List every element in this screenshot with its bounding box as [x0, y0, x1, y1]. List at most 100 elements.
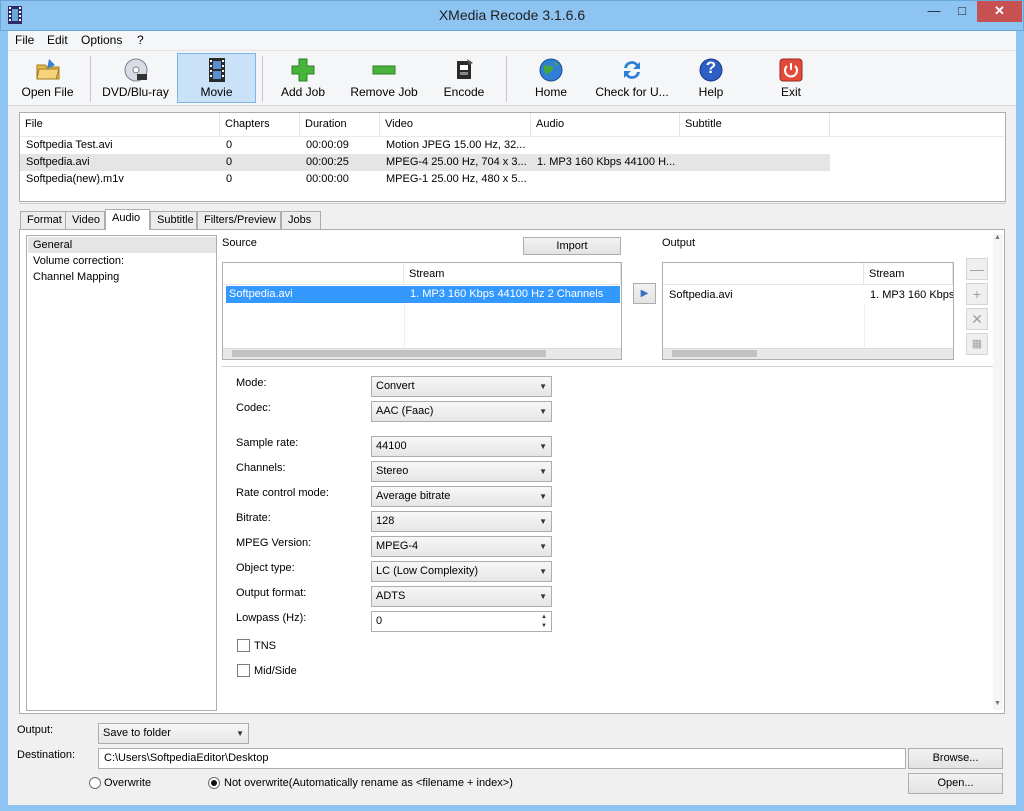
open-button[interactable]: Open...	[908, 773, 1003, 794]
toolbar-separator	[506, 56, 507, 102]
mode-select[interactable]: Convert ▼	[371, 376, 552, 397]
remove-job-label: Remove Job	[350, 85, 418, 99]
stream-grid-button[interactable]: ▦	[966, 333, 988, 355]
output-cell-file: Softpedia.avi	[669, 289, 733, 301]
minimize-button[interactable]: —	[920, 1, 948, 22]
encode-button[interactable]: Encode	[436, 54, 492, 102]
codec-select[interactable]: AAC (Faac) ▼	[371, 401, 552, 422]
output-column-stream[interactable]: Stream	[864, 263, 953, 285]
tab-jobs[interactable]: Jobs	[281, 211, 321, 229]
spin-arrows-icon[interactable]: ▲ ▼	[541, 613, 547, 631]
chevron-down-icon: ▼	[539, 542, 547, 551]
output-mode-select[interactable]: Save to folder ▼	[98, 723, 249, 744]
sample-rate-value: 44100	[376, 440, 407, 452]
column-header-duration[interactable]: Duration	[300, 113, 380, 136]
movie-label: Movie	[200, 85, 233, 99]
rate-control-select[interactable]: Average bitrate ▼	[371, 486, 552, 507]
object-type-select[interactable]: LC (Low Complexity) ▼	[371, 561, 552, 582]
nav-item-channel-mapping[interactable]: Channel Mapping	[28, 269, 216, 285]
output-mode-label: Output:	[17, 724, 54, 736]
mid-side-checkbox[interactable]	[237, 664, 250, 677]
column-header-audio[interactable]: Audio	[531, 113, 680, 136]
menu-edit[interactable]: Edit	[47, 33, 68, 47]
overwrite-radio[interactable]	[89, 777, 101, 789]
mpeg-version-value: MPEG-4	[376, 540, 419, 552]
cell-duration: 00:00:00	[306, 173, 349, 185]
open-file-button[interactable]: Open File	[15, 54, 80, 102]
disc-icon	[123, 57, 149, 83]
column-header-video[interactable]: Video	[380, 113, 531, 136]
globe-icon	[538, 57, 564, 83]
maximize-button[interactable]: □	[948, 1, 976, 22]
check-updates-button[interactable]: Check for U...	[592, 54, 672, 102]
clear-streams-button[interactable]: ✕	[966, 308, 988, 330]
browse-button[interactable]: Browse...	[908, 748, 1003, 769]
column-header-subtitle[interactable]: Subtitle	[680, 113, 830, 136]
check-updates-label: Check for U...	[595, 85, 669, 99]
exit-button[interactable]: Exit	[765, 54, 817, 102]
open-file-label: Open File	[21, 85, 74, 99]
mpeg-version-label: MPEG Version:	[236, 537, 312, 549]
menu-file[interactable]: File	[15, 33, 34, 47]
import-button[interactable]: Import	[523, 237, 621, 255]
sample-rate-select[interactable]: 44100 ▼	[371, 436, 552, 457]
plus-icon	[290, 57, 316, 83]
bitrate-select[interactable]: 128 ▼	[371, 511, 552, 532]
destination-label: Destination:	[17, 749, 76, 761]
source-column-file[interactable]	[223, 263, 404, 285]
help-icon-glyph: ?	[705, 58, 717, 77]
cell-video: Motion JPEG 15.00 Hz, 32...	[386, 139, 526, 151]
nav-item-general[interactable]: General	[28, 237, 216, 253]
help-label: Help	[698, 85, 724, 99]
output-format-select[interactable]: ADTS ▼	[371, 586, 552, 607]
movie-button[interactable]: Movie	[177, 53, 256, 103]
close-button[interactable]: ✕	[977, 1, 1022, 22]
cell-duration: 00:00:09	[306, 139, 349, 151]
home-button[interactable]: Home	[521, 54, 581, 102]
tns-checkbox[interactable]	[237, 639, 250, 652]
minus-icon: —	[970, 261, 984, 277]
scroll-up-icon[interactable]: ▲	[994, 234, 1001, 241]
channels-select[interactable]: Stereo ▼	[371, 461, 552, 482]
bitrate-label: Bitrate:	[236, 512, 271, 524]
output-column-file[interactable]	[663, 263, 864, 285]
cell-file: Softpedia Test.avi	[26, 139, 113, 151]
help-button[interactable]: ? Help	[685, 54, 737, 102]
not-overwrite-radio[interactable]	[208, 777, 220, 789]
splitter[interactable]	[19, 203, 1006, 205]
add-stream-button[interactable]: ▶	[633, 283, 656, 304]
lowpass-stepper[interactable]: 0 ▲ ▼	[371, 611, 552, 632]
menu-options[interactable]: Options	[81, 33, 122, 47]
source-cell-stream: 1. MP3 160 Kbps 44100 Hz 2 Channels	[410, 288, 604, 300]
tab-filters-preview[interactable]: Filters/Preview	[197, 211, 281, 229]
menu-help[interactable]: ?	[137, 33, 144, 47]
output-label: Output	[662, 237, 696, 249]
tab-audio[interactable]: Audio	[105, 209, 150, 230]
scroll-down-icon[interactable]: ▼	[994, 700, 1001, 707]
source-column-stream[interactable]: Stream	[404, 263, 621, 285]
mode-value: Convert	[376, 380, 415, 392]
output-hscroll-thumb[interactable]	[672, 350, 757, 357]
tab-format[interactable]: Format	[20, 211, 66, 229]
chevron-down-icon: ▼	[539, 442, 547, 451]
power-icon	[778, 57, 804, 83]
tab-subtitle[interactable]: Subtitle	[150, 211, 197, 229]
add-job-button[interactable]: Add Job	[272, 54, 334, 102]
destination-input[interactable]: C:\Users\SoftpediaEditor\Desktop	[98, 748, 906, 769]
remove-job-button[interactable]: Remove Job	[346, 54, 422, 102]
add-stream-side-button[interactable]: +	[966, 283, 988, 305]
remove-stream-button[interactable]: —	[966, 258, 988, 280]
mpeg-version-select[interactable]: MPEG-4 ▼	[371, 536, 552, 557]
channels-value: Stereo	[376, 465, 409, 477]
nav-item-volume-correction[interactable]: Volume correction:	[28, 253, 216, 269]
column-header-chapters[interactable]: Chapters	[220, 113, 300, 136]
tab-video[interactable]: Video	[65, 211, 105, 229]
dvd-bluray-label: DVD/Blu-ray	[102, 85, 169, 99]
column-header-file[interactable]: File	[20, 113, 220, 136]
refresh-icon	[619, 57, 645, 83]
dvd-bluray-button[interactable]: DVD/Blu-ray	[98, 54, 173, 102]
chevron-down-icon: ▼	[539, 467, 547, 476]
cell-subtitle	[680, 171, 830, 188]
settings-vscroll[interactable]: ▲ ▼	[993, 234, 1003, 710]
source-hscroll-thumb[interactable]	[232, 350, 546, 357]
